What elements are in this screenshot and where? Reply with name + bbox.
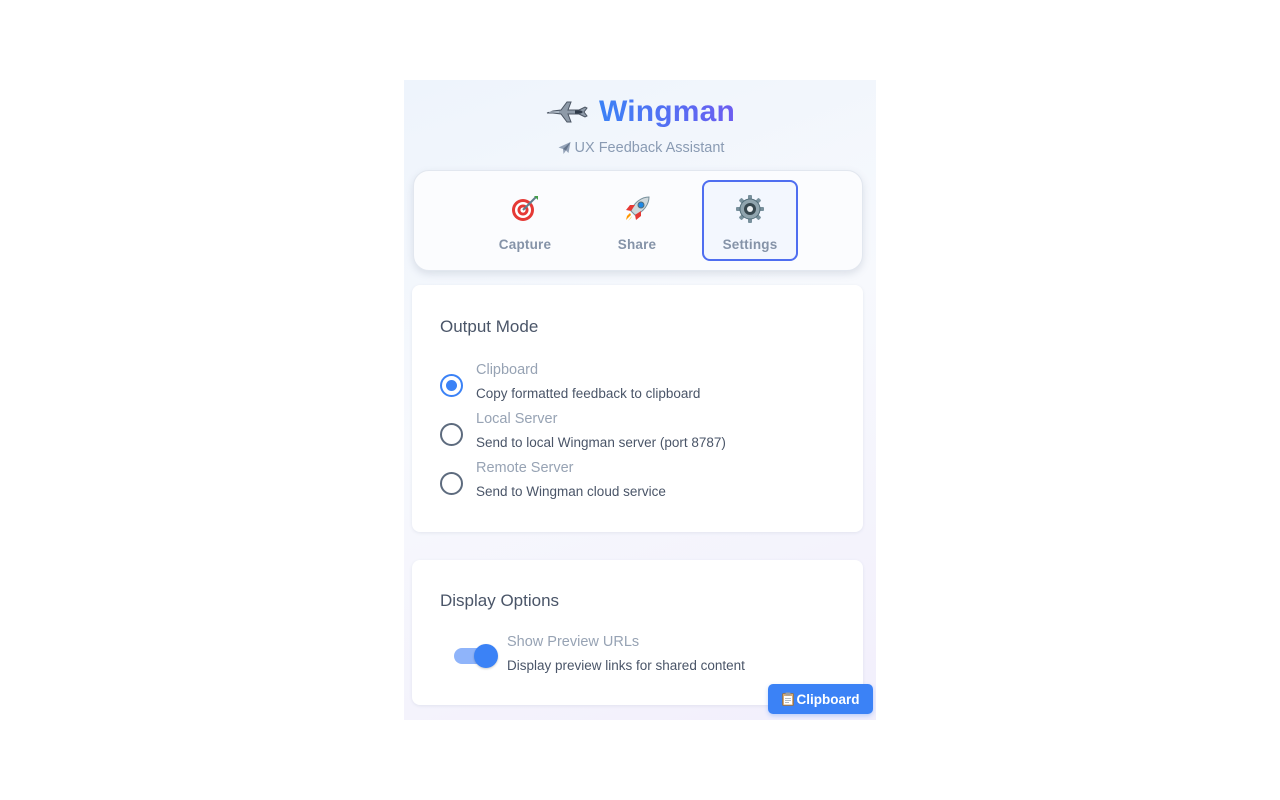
option-local-server[interactable]: Local Server Send to local Wingman serve… [412, 411, 863, 457]
option-remote-server-description: Send to Wingman cloud service [476, 484, 666, 499]
airplane-icon [558, 142, 571, 154]
target-dart-icon [512, 196, 538, 221]
fighter-jet-icon [546, 101, 588, 123]
gear-icon [736, 195, 764, 223]
option-remote-server[interactable]: Remote Server Send to Wingman cloud serv… [412, 460, 863, 506]
option-clipboard-label: Clipboard [476, 362, 539, 378]
preview-urls-toggle[interactable] [454, 644, 498, 668]
tab-capture-label: Capture [498, 237, 552, 252]
rocket-icon [626, 196, 650, 221]
extension-popup: Wingman UX Feedback Assistant Capture Sh… [404, 80, 876, 720]
output-mode-badge-label: Clipboard [796, 691, 860, 707]
subtitle-row: UX Feedback Assistant [404, 140, 876, 156]
header: Wingman UX Feedback Assistant [404, 80, 876, 170]
option-clipboard-description: Copy formatted feedback to clipboard [476, 386, 701, 401]
toggle-knob [474, 644, 498, 668]
preview-urls-label: Show Preview URLs [507, 634, 640, 650]
tab-bar: Capture Share Settings [413, 170, 863, 271]
preview-urls-description: Display preview links for shared content [507, 658, 745, 673]
tab-settings-label: Settings [722, 237, 778, 252]
option-local-server-description: Send to local Wingman server (port 8787) [476, 435, 726, 450]
output-mode-card: Output Mode Clipboard Copy formatted fee… [412, 285, 863, 532]
display-options-title: Display Options [440, 591, 560, 610]
tab-settings[interactable]: Settings [702, 180, 798, 261]
option-remote-server-label: Remote Server [476, 460, 574, 476]
clipboard-icon [781, 692, 794, 706]
radio-clipboard[interactable] [440, 374, 463, 397]
title-row: Wingman [404, 92, 876, 132]
radio-selected-dot [446, 380, 457, 391]
app-title: Wingman [598, 95, 736, 128]
tab-capture[interactable]: Capture [477, 180, 573, 261]
option-local-server-label: Local Server [476, 411, 558, 427]
output-mode-badge[interactable]: Clipboard [768, 684, 873, 714]
tab-share[interactable]: Share [589, 180, 685, 261]
radio-local-server[interactable] [440, 423, 463, 446]
radio-remote-server[interactable] [440, 472, 463, 495]
output-mode-title: Output Mode [440, 317, 539, 336]
app-subtitle: UX Feedback Assistant [574, 140, 725, 156]
tab-share-label: Share [617, 237, 657, 252]
option-clipboard[interactable]: Clipboard Copy formatted feedback to cli… [412, 362, 863, 408]
